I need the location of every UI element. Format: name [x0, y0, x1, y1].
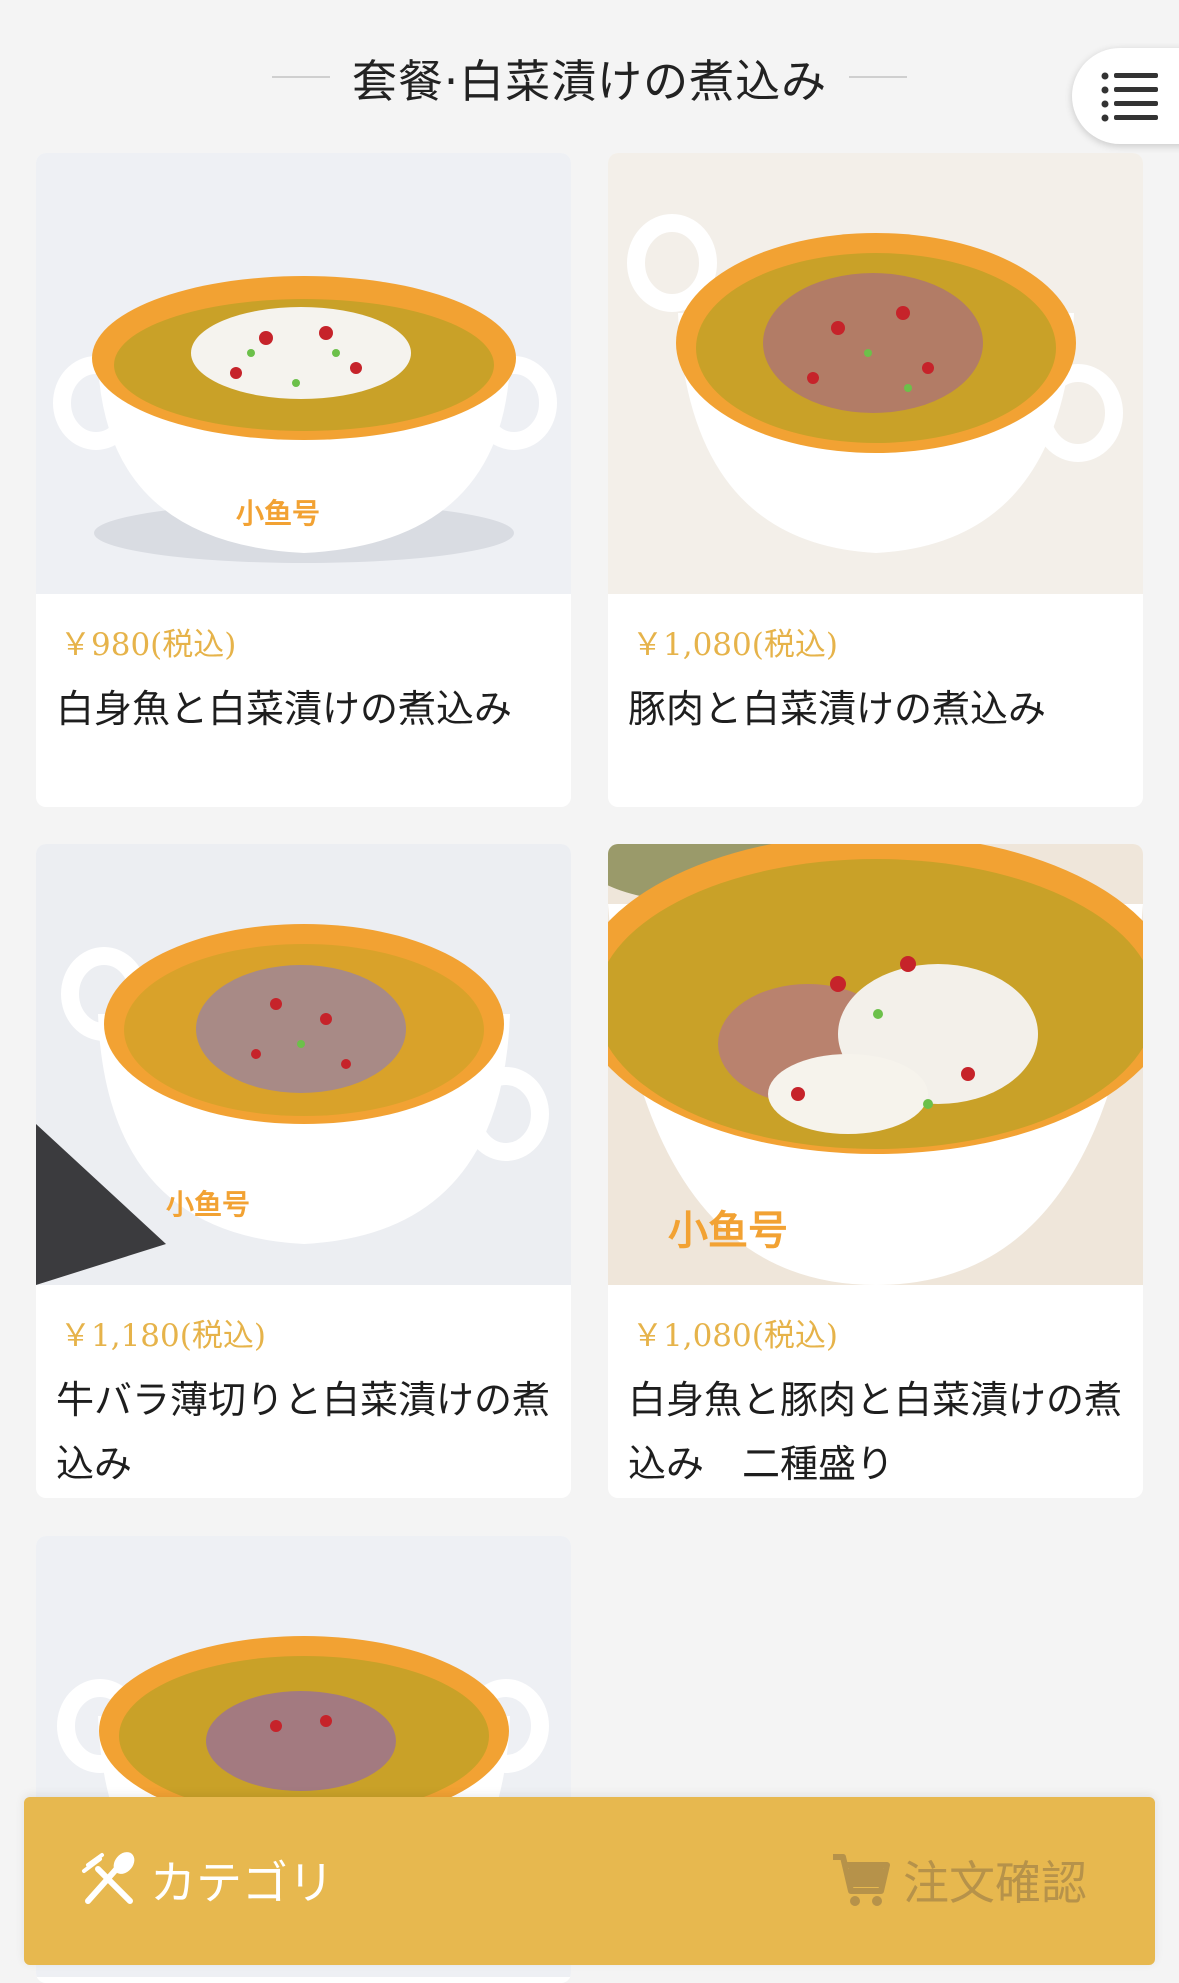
header-rule-right — [849, 76, 908, 78]
item-price: ￥1,080(税込) — [632, 1318, 838, 1354]
order-confirm-label: 注文確認 — [903, 1856, 1087, 1910]
header-rule-left — [271, 76, 330, 78]
svg-text:小鱼号: 小鱼号 — [236, 497, 320, 530]
fork-spoon-icon — [82, 1852, 135, 1904]
category-label: カテゴリ — [150, 1856, 334, 1910]
category-list-button[interactable] — [1072, 48, 1179, 144]
cart-icon — [833, 1854, 890, 1906]
svg-text:小鱼号: 小鱼号 — [668, 1208, 788, 1254]
item-name: 白身魚と豚肉と白菜漬けの煮込み 二種盛り — [628, 1378, 1123, 1486]
menu-item-card[interactable]: 小鱼号 ￥1,180(税込) 牛バラ薄切りと白菜漬けの煮込み — [36, 844, 571, 1498]
bottom-action-bar: カテゴリ 注文確認 — [24, 1797, 1155, 1965]
item-price: ￥1,080(税込) — [632, 627, 838, 663]
fish-stew-photo: 小鱼号 — [36, 153, 571, 594]
list-menu-icon — [1101, 72, 1158, 122]
pork-stew-photo — [608, 153, 1143, 594]
menu-item-card[interactable]: ￥1,080(税込) 豚肉と白菜漬けの煮込み — [608, 153, 1143, 807]
item-price: ￥980(税込) — [60, 627, 237, 663]
section-title: 套餐·白菜漬けの煮込み — [351, 54, 828, 108]
order-confirm-button[interactable]: 注文確認 — [831, 1845, 1087, 1915]
fish-pork-stew-photo: 小鱼号 — [608, 844, 1143, 1285]
section-header: 套餐·白菜漬けの煮込み — [0, 42, 1179, 112]
item-price: ￥1,180(税込) — [60, 1318, 266, 1354]
beef-stew-photo: 小鱼号 — [36, 844, 571, 1285]
menu-page: 套餐·白菜漬けの煮込み 小鱼号 ￥980(税込) 白身魚と白菜漬けの煮込み ￥1… — [0, 0, 1179, 1983]
menu-item-card[interactable]: 小鱼号 ￥1,080(税込) 白身魚と豚肉と白菜漬けの煮込み 二種盛り — [608, 844, 1143, 1498]
menu-item-card[interactable]: 小鱼号 ￥980(税込) 白身魚と白菜漬けの煮込み — [36, 153, 571, 807]
svg-text:小鱼号: 小鱼号 — [166, 1188, 250, 1221]
item-name: 白身魚と白菜漬けの煮込み — [56, 687, 513, 731]
category-button[interactable]: カテゴリ — [80, 1845, 334, 1915]
item-name: 牛バラ薄切りと白菜漬けの煮込み — [56, 1378, 551, 1486]
item-name: 豚肉と白菜漬けの煮込み — [628, 687, 1047, 731]
